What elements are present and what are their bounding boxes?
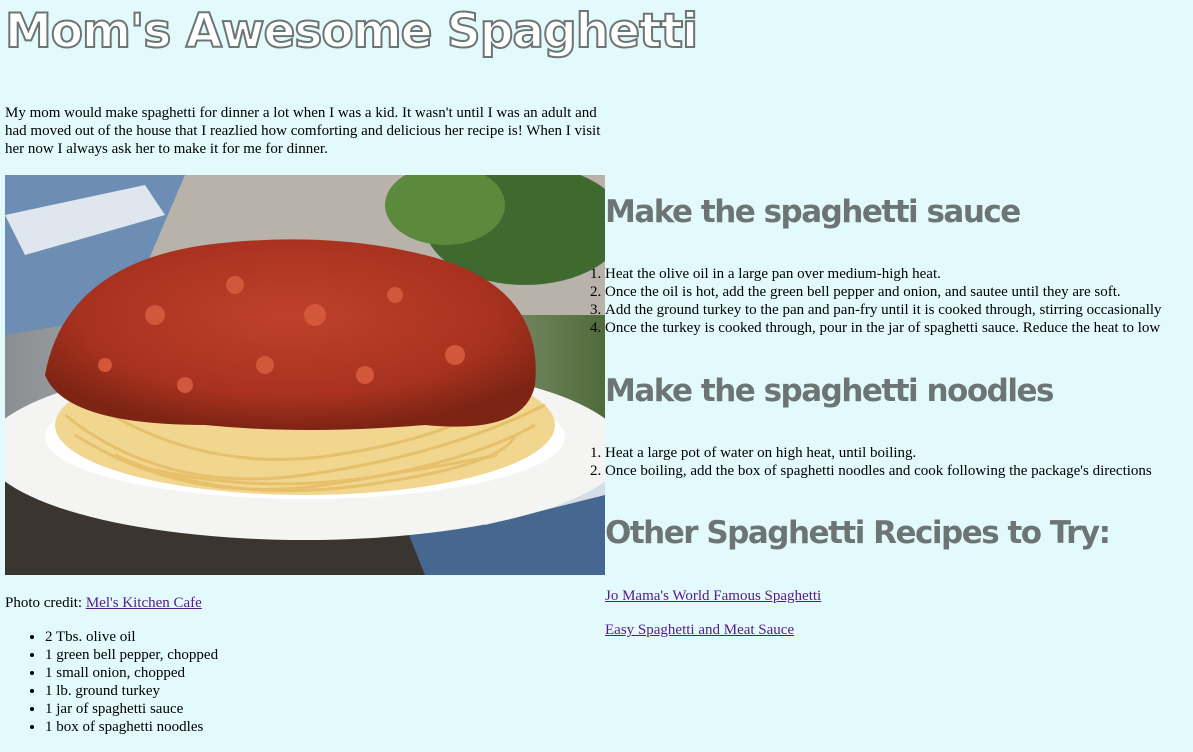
spaghetti-photo xyxy=(5,175,605,575)
ingredient-item: 1 green bell pepper, chopped xyxy=(45,646,218,664)
other-recipe-item: Easy Spaghetti and Meat Sauce xyxy=(605,621,794,639)
photo-credit-label: Photo credit: xyxy=(5,595,83,611)
photo-credit: Photo credit: Mel's Kitchen Cafe xyxy=(5,594,202,612)
ingredient-item: 1 small onion, chopped xyxy=(45,664,218,682)
other-recipe-item: Jo Mama's World Famous Spaghetti xyxy=(605,587,821,605)
noodles-step: Once boiling, add the box of spaghetti n… xyxy=(605,462,1193,480)
sauce-steps-container: Heat the olive oil in a large pan over m… xyxy=(585,265,1193,337)
other-recipe-link[interactable]: Easy Spaghetti and Meat Sauce xyxy=(605,622,794,638)
other-recipe-link[interactable]: Jo Mama's World Famous Spaghetti xyxy=(605,588,821,604)
photo-credit-link[interactable]: Mel's Kitchen Cafe xyxy=(86,595,202,611)
ingredient-item: 1 lb. ground turkey xyxy=(45,682,218,700)
sauce-step: Heat the olive oil in a large pan over m… xyxy=(605,265,1193,283)
sauce-steps-list: Heat the olive oil in a large pan over m… xyxy=(585,265,1193,337)
noodles-steps-list: Heat a large pot of water on high heat, … xyxy=(585,444,1193,480)
noodles-steps-container: Heat a large pot of water on high heat, … xyxy=(585,444,1193,480)
page-title: Mom's Awesome Spaghetti xyxy=(4,3,699,60)
sauce-step: Once the turkey is cooked through, pour … xyxy=(605,319,1193,337)
sauce-step: Add the ground turkey to the pan and pan… xyxy=(605,301,1193,319)
ingredients-list: 2 Tbs. olive oil 1 green bell pepper, ch… xyxy=(5,628,218,736)
noodles-heading: Make the spaghetti noodles xyxy=(605,373,1054,409)
ingredient-item: 1 jar of spaghetti sauce xyxy=(45,700,218,718)
noodles-step: Heat a large pot of water on high heat, … xyxy=(605,444,1193,462)
intro-paragraph: My mom would make spaghetti for dinner a… xyxy=(5,105,601,157)
sauce-step: Once the oil is hot, add the green bell … xyxy=(605,283,1193,301)
ingredient-item: 2 Tbs. olive oil xyxy=(45,628,218,646)
sauce-heading: Make the spaghetti sauce xyxy=(605,194,1021,230)
other-recipes-heading: Other Spaghetti Recipes to Try: xyxy=(605,515,1111,551)
ingredient-item: 1 box of spaghetti noodles xyxy=(45,718,218,736)
